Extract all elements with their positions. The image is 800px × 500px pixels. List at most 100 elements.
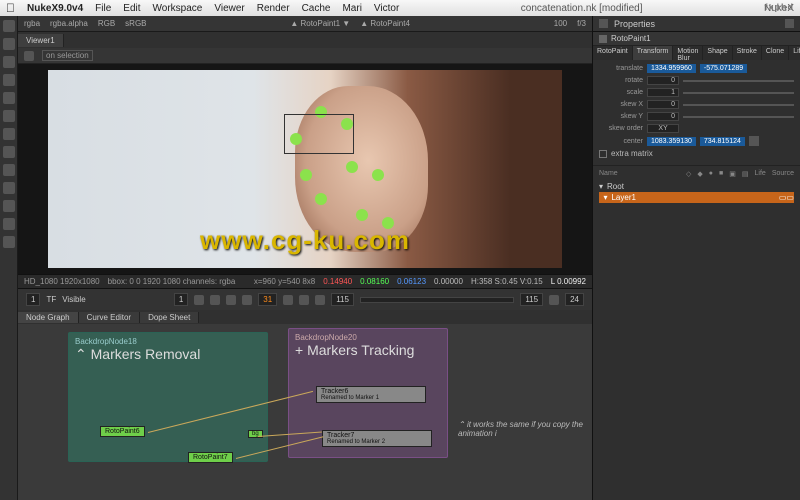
node-color-icon[interactable] xyxy=(599,35,607,43)
skewy-slider[interactable] xyxy=(683,116,794,118)
stroke-selection-mode[interactable]: on selection xyxy=(42,50,93,61)
skewy-val[interactable]: 0 xyxy=(647,112,679,121)
backdrop-title-1: ⌃ Markers Removal xyxy=(75,346,261,363)
scale-val[interactable]: 1 xyxy=(647,88,679,97)
ptab-lifetime[interactable]: Lifet xyxy=(789,46,800,60)
blur-tool-icon[interactable] xyxy=(3,146,15,158)
menu-viewer[interactable]: Viewer xyxy=(214,3,244,14)
rotate-val[interactable]: 0 xyxy=(647,76,679,85)
skip-start-icon[interactable] xyxy=(194,295,204,305)
bspline-tool-icon[interactable] xyxy=(3,56,15,68)
node-graph[interactable]: BackdropNode18 ⌃ Markers Removal Backdro… xyxy=(18,324,592,500)
node-rotopaint6[interactable]: RotoPaint6 xyxy=(100,426,145,437)
step-fwd-icon[interactable] xyxy=(299,295,309,305)
pixel-b: 0.06123 xyxy=(397,277,426,286)
current-frame[interactable]: 31 xyxy=(258,293,277,306)
reveal-tool-icon[interactable] xyxy=(3,164,15,176)
mac-menubar[interactable]:  NukeX9.0v4 File Edit Workspace Viewer … xyxy=(0,0,800,16)
pixel-g: 0.08160 xyxy=(360,277,389,286)
tab-node-graph[interactable]: Node Graph xyxy=(18,312,79,323)
colorspace-out[interactable]: sRGB xyxy=(125,19,146,28)
remove-point-tool-icon[interactable] xyxy=(3,236,15,248)
fps-field[interactable]: 24 xyxy=(565,293,584,306)
backdrop-markers-removal[interactable]: BackdropNode18 ⌃ Markers Removal xyxy=(68,332,268,462)
tool-palette xyxy=(0,16,18,500)
properties-panel: Properties RotoPaint1 RotoPaint Transfor… xyxy=(592,16,800,500)
select-tool-icon[interactable] xyxy=(3,20,15,32)
ellipse-tool-icon[interactable] xyxy=(3,74,15,86)
menu-render[interactable]: Render xyxy=(257,3,290,14)
channel-sel-2[interactable]: rgba.alpha xyxy=(50,19,88,28)
visibility-toggle[interactable]: Visible xyxy=(62,295,85,304)
tab-dope-sheet[interactable]: Dope Sheet xyxy=(140,312,199,323)
skewx-slider[interactable] xyxy=(683,104,794,106)
skeworder-val[interactable]: XY xyxy=(647,124,679,133)
burn-tool-icon[interactable] xyxy=(3,200,15,212)
center-y[interactable]: 734.815124 xyxy=(700,137,745,146)
skip-end-icon[interactable] xyxy=(315,295,325,305)
extra-matrix-label: extra matrix xyxy=(611,149,653,158)
viewer-canvas[interactable]: www.cg-ku.com xyxy=(18,64,592,274)
col-name: Name xyxy=(599,170,680,178)
timeline-scrubber[interactable] xyxy=(360,297,514,303)
app-menu[interactable]: NukeX9.0v4 xyxy=(27,3,83,14)
comp-tab-inactive[interactable]: RotoPaint4 xyxy=(370,19,410,28)
rectangle-tool-icon[interactable] xyxy=(3,92,15,104)
stop-icon[interactable] xyxy=(242,295,252,305)
scale-slider[interactable] xyxy=(683,92,794,94)
comp-tab-active[interactable]: RotoPaint1 xyxy=(300,19,340,28)
menu-edit[interactable]: Edit xyxy=(123,3,140,14)
extra-matrix-checkbox[interactable] xyxy=(599,150,607,158)
stroke-tool-icon[interactable] xyxy=(24,51,34,61)
dodge-tool-icon[interactable] xyxy=(3,182,15,194)
layer-layer1[interactable]: ▾ Layer1▭▭ xyxy=(599,192,794,203)
clone-tool-icon[interactable] xyxy=(3,128,15,140)
play-back-icon[interactable] xyxy=(226,295,236,305)
backdrop-title-2: + Markers Tracking xyxy=(295,342,441,358)
close-icon[interactable] xyxy=(785,19,794,28)
ptab-shape[interactable]: Shape xyxy=(703,46,732,60)
backdrop-label-1: BackdropNode18 xyxy=(75,337,261,346)
center-x[interactable]: 1083.359130 xyxy=(647,137,696,146)
loop-icon[interactable] xyxy=(549,295,559,305)
start-frame[interactable]: 1 xyxy=(26,293,40,306)
menu-cache[interactable]: Cache xyxy=(302,3,331,14)
menu-victor[interactable]: Victor xyxy=(374,3,399,14)
channel-sel-1[interactable]: rgba xyxy=(24,19,40,28)
zoom-level[interactable]: 100 xyxy=(554,19,567,28)
timeline[interactable]: 1 TF Visible 1 31 115 115 24 xyxy=(18,288,592,310)
ptab-clone[interactable]: Clone xyxy=(762,46,789,60)
node-rotopaint7[interactable]: RotoPaint7 xyxy=(188,452,233,463)
fstop[interactable]: f/3 xyxy=(577,19,586,28)
ptab-stroke[interactable]: Stroke xyxy=(733,46,762,60)
step-back-icon[interactable] xyxy=(210,295,220,305)
play-fwd-icon[interactable] xyxy=(283,295,293,305)
tf-label: TF xyxy=(46,295,56,304)
node-tracker7[interactable]: Tracker7 Renamed to Marker 2 xyxy=(322,430,432,447)
layer-root[interactable]: ▾ Root xyxy=(599,181,794,192)
colorspace-in[interactable]: RGB xyxy=(98,19,115,28)
translate-y[interactable]: -575.071289 xyxy=(700,64,747,73)
roto-selection-box[interactable] xyxy=(284,114,354,154)
brush-tool-icon[interactable] xyxy=(3,110,15,122)
node-tracker6[interactable]: Tracker6 Renamed to Marker 1 xyxy=(316,386,426,403)
menu-workspace[interactable]: Workspace xyxy=(153,3,203,14)
end-frame[interactable]: 115 xyxy=(331,293,354,306)
add-point-tool-icon[interactable] xyxy=(3,218,15,230)
tab-curve-editor[interactable]: Curve Editor xyxy=(79,312,140,323)
watermark-text: www.cg-ku.com xyxy=(200,225,410,256)
apple-menu-icon[interactable]:  xyxy=(6,1,15,15)
ptab-rotopaint[interactable]: RotoPaint xyxy=(593,46,633,60)
skewx-val[interactable]: 0 xyxy=(647,100,679,109)
translate-x[interactable]: 1334.959960 xyxy=(647,64,696,73)
panel-node-name[interactable]: RotoPaint1 xyxy=(611,34,651,43)
rotate-slider[interactable] xyxy=(683,80,794,82)
menu-mari[interactable]: Mari xyxy=(342,3,361,14)
menu-file[interactable]: File xyxy=(95,3,111,14)
lock-icon[interactable] xyxy=(599,19,608,28)
bezier-tool-icon[interactable] xyxy=(3,38,15,50)
center-target-icon[interactable] xyxy=(749,136,759,146)
ptab-transform[interactable]: Transform xyxy=(633,46,674,60)
viewer-tab[interactable]: Viewer1 xyxy=(18,34,64,47)
ptab-motionblur[interactable]: Motion Blur xyxy=(673,46,703,60)
